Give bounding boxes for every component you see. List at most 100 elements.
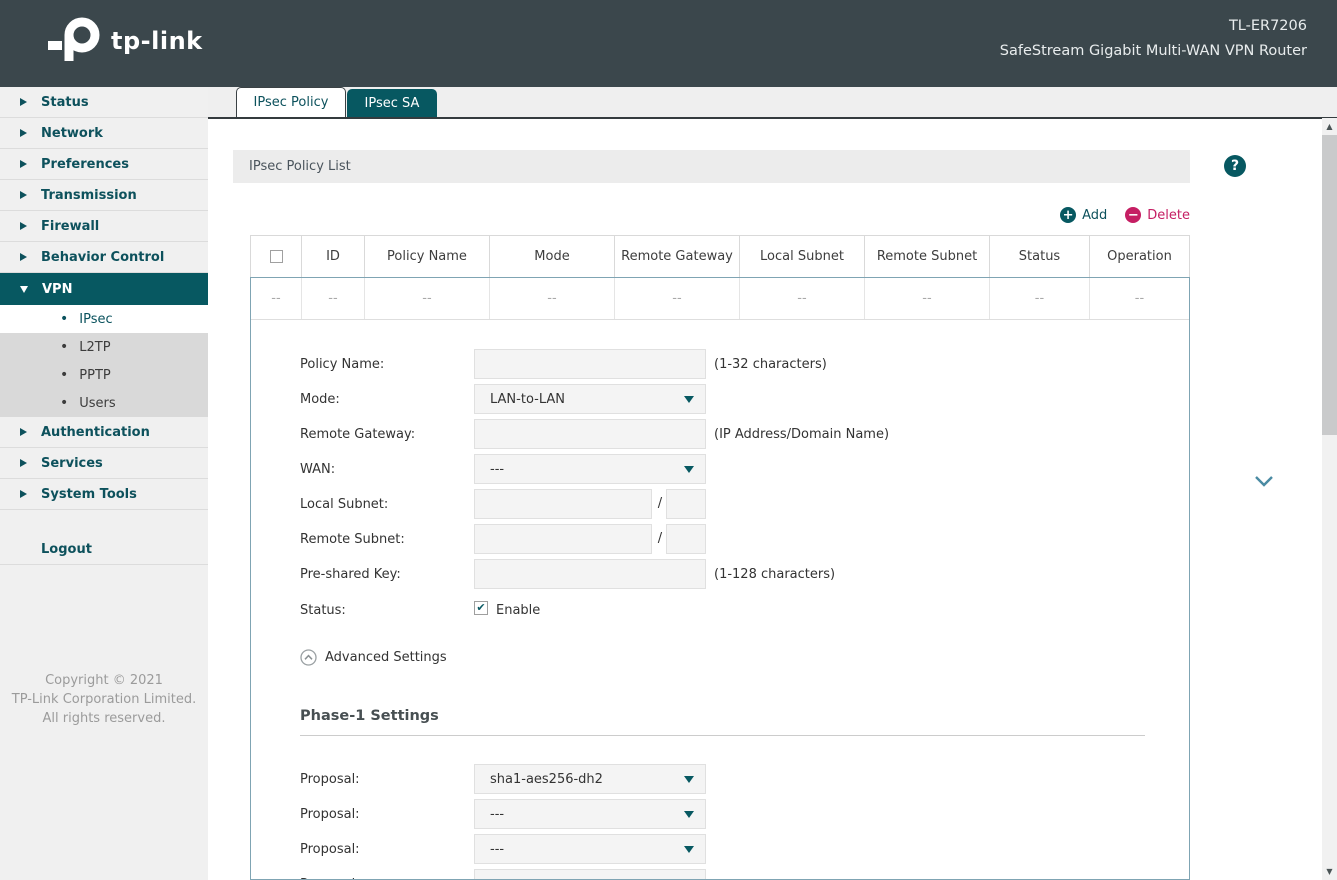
column-header-remote-gateway: Remote Gateway <box>615 236 740 277</box>
pre-shared-key-label: Pre-shared Key: <box>300 567 470 582</box>
proposal-1-label: Proposal: <box>300 772 470 787</box>
proposal-3-select[interactable]: --- <box>474 834 706 864</box>
proposal-2-label: Proposal: <box>300 807 470 822</box>
copyright-line: Copyright © 2021 <box>0 671 208 690</box>
subnet-separator: / <box>655 531 665 546</box>
row-cell: -- <box>365 278 490 319</box>
app-header: tp-link TL-ER7206 SafeStream Gigabit Mul… <box>0 0 1337 87</box>
sidebar-item-label: VPN <box>42 282 72 297</box>
sidebar-subitem-ipsec[interactable]: • IPsec <box>0 305 208 333</box>
row-cell: -- <box>1090 278 1189 319</box>
proposal-3-value: --- <box>490 842 504 857</box>
wan-select[interactable]: --- <box>474 454 706 484</box>
sidebar-spacer <box>0 510 208 534</box>
row-cell: -- <box>865 278 990 319</box>
device-subtitle: SafeStream Gigabit Multi-WAN VPN Router <box>1000 39 1307 64</box>
sidebar-item-transmission[interactable]: Transmission <box>0 180 208 211</box>
remote-gateway-input[interactable] <box>474 419 706 449</box>
policy-editor-container: -- -- -- -- -- -- -- -- -- Policy Name: … <box>250 277 1190 880</box>
table-toolbar: + Add − Delete <box>1060 207 1190 223</box>
column-header-remote-subnet: Remote Subnet <box>865 236 990 277</box>
table-row: -- -- -- -- -- -- -- -- -- <box>251 278 1189 320</box>
vpn-submenu: • IPsec • L2TP • PPTP • Users <box>0 305 208 417</box>
logout-button[interactable]: Logout <box>0 534 208 565</box>
plus-icon: + <box>1060 207 1076 223</box>
policy-name-hint: (1-32 characters) <box>714 357 827 372</box>
row-cell: -- <box>490 278 615 319</box>
sidebar-item-label: Services <box>41 456 103 471</box>
sidebar-item-label: Behavior Control <box>41 250 164 265</box>
sidebar-item-system-tools[interactable]: System Tools <box>0 479 208 510</box>
sidebar-item-firewall[interactable]: Firewall <box>0 211 208 242</box>
arrow-right-icon <box>20 129 27 137</box>
sidebar-item-authentication[interactable]: Authentication <box>0 417 208 448</box>
arrow-right-icon <box>20 253 27 261</box>
bullet-icon: • <box>60 368 68 382</box>
sidebar-item-behavior-control[interactable]: Behavior Control <box>0 242 208 273</box>
subitem-label: Users <box>79 396 115 411</box>
proposal-1-value: sha1-aes256-dh2 <box>490 772 603 787</box>
arrow-right-icon <box>20 428 27 436</box>
collapse-circle-icon <box>300 649 317 666</box>
remote-subnet-input[interactable] <box>474 524 652 554</box>
tab-ipsec-policy[interactable]: IPsec Policy <box>236 87 346 117</box>
delete-button[interactable]: − Delete <box>1125 207 1190 223</box>
add-button[interactable]: + Add <box>1060 207 1107 223</box>
policy-table-header: ID Policy Name Mode Remote Gateway Local… <box>250 235 1190 277</box>
scrollbar-up-button[interactable]: ▲ <box>1322 118 1337 135</box>
sidebar: Status Network Preferences Transmission … <box>0 87 208 880</box>
sidebar-subitem-pptp[interactable]: • PPTP <box>0 361 208 389</box>
mode-select[interactable]: LAN-to-LAN <box>474 384 706 414</box>
delete-button-label: Delete <box>1147 208 1190 223</box>
bullet-icon: • <box>60 312 68 326</box>
sidebar-item-label: Network <box>41 126 103 141</box>
local-subnet-label: Local Subnet: <box>300 497 470 512</box>
router-admin-screen: tp-link TL-ER7206 SafeStream Gigabit Mul… <box>0 0 1337 880</box>
sidebar-item-label: Firewall <box>41 219 99 234</box>
copyright-line: TP-Link Corporation Limited. <box>0 690 208 709</box>
phase1-settings-title: Phase-1 Settings <box>300 708 439 724</box>
sidebar-item-status[interactable]: Status <box>0 87 208 118</box>
local-subnet-input[interactable] <box>474 489 652 519</box>
policy-name-input[interactable] <box>474 349 706 379</box>
proposal-3-label: Proposal: <box>300 842 470 857</box>
proposal-1-select[interactable]: sha1-aes256-dh2 <box>474 764 706 794</box>
proposal-2-select[interactable]: --- <box>474 799 706 829</box>
pre-shared-key-input[interactable] <box>474 559 706 589</box>
tp-link-logo-icon <box>48 15 102 67</box>
sidebar-item-vpn[interactable]: VPN <box>0 273 208 305</box>
sidebar-item-preferences[interactable]: Preferences <box>0 149 208 180</box>
select-all-checkbox[interactable] <box>270 250 283 263</box>
remote-subnet-mask-input[interactable] <box>666 524 706 554</box>
arrow-right-icon <box>20 191 27 199</box>
subitem-label: L2TP <box>79 340 110 355</box>
proposal-4-select[interactable] <box>474 869 706 880</box>
arrow-right-icon <box>20 490 27 498</box>
remote-gateway-hint: (IP Address/Domain Name) <box>714 427 889 442</box>
mode-select-value: LAN-to-LAN <box>490 392 565 407</box>
tab-strip: IPsec Policy IPsec SA <box>208 87 1337 117</box>
copyright-line: All rights reserved. <box>0 709 208 728</box>
sidebar-subitem-l2tp[interactable]: • L2TP <box>0 333 208 361</box>
advanced-settings-toggle[interactable]: Advanced Settings <box>300 649 447 666</box>
scroll-down-chevron-icon[interactable] <box>1254 475 1274 492</box>
help-icon[interactable]: ? <box>1224 155 1246 177</box>
wan-select-value: --- <box>490 462 504 477</box>
column-header-status: Status <box>990 236 1090 277</box>
sidebar-item-network[interactable]: Network <box>0 118 208 149</box>
advanced-settings-label: Advanced Settings <box>325 650 447 665</box>
main-panel: IPsec Policy List ? + Add − Delete ID Po… <box>208 119 1322 880</box>
sidebar-item-services[interactable]: Services <box>0 448 208 479</box>
column-header-operation: Operation <box>1090 236 1189 277</box>
sidebar-subitem-users[interactable]: • Users <box>0 389 208 417</box>
scrollbar-thumb[interactable] <box>1322 135 1337 435</box>
arrow-right-icon <box>20 222 27 230</box>
column-header-mode: Mode <box>490 236 615 277</box>
row-cell: -- <box>990 278 1090 319</box>
vertical-scrollbar[interactable]: ▲ ▼ <box>1322 118 1337 880</box>
local-subnet-mask-input[interactable] <box>666 489 706 519</box>
scrollbar-down-button[interactable]: ▼ <box>1322 863 1337 880</box>
tab-ipsec-sa[interactable]: IPsec SA <box>347 89 437 117</box>
sidebar-item-label: Authentication <box>41 425 150 440</box>
status-enable-checkbox[interactable]: ✔ <box>474 601 488 615</box>
